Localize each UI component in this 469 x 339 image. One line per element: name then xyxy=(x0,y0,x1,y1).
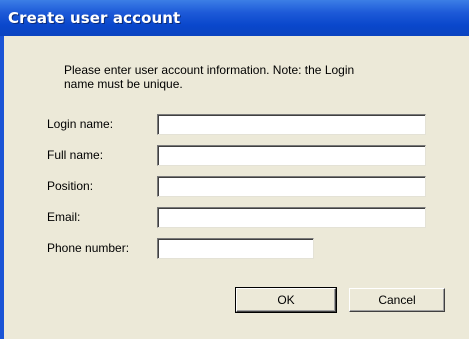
dialog-title: Create user account xyxy=(8,9,181,27)
login-name-label: Login name: xyxy=(47,117,114,131)
create-user-dialog: Create user account Please enter user ac… xyxy=(0,0,469,339)
intro-text: Please enter user account information. N… xyxy=(64,63,355,91)
phone-number-input[interactable] xyxy=(157,238,314,259)
email-label: Email: xyxy=(47,210,81,224)
full-name-label: Full name: xyxy=(47,148,104,162)
position-input[interactable] xyxy=(157,176,426,197)
login-name-input[interactable] xyxy=(157,114,426,135)
email-input[interactable] xyxy=(157,207,426,228)
position-label: Position: xyxy=(47,179,94,193)
dialog-titlebar[interactable]: Create user account xyxy=(0,0,469,36)
ok-button[interactable]: OK xyxy=(235,287,337,313)
full-name-input[interactable] xyxy=(157,145,426,166)
cancel-button[interactable]: Cancel xyxy=(349,288,445,312)
phone-number-label: Phone number: xyxy=(47,241,130,255)
